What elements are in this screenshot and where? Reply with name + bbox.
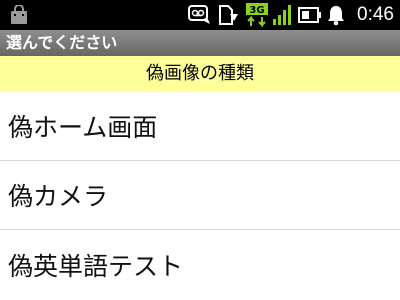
- list-item-fake-camera[interactable]: 偽カメラ: [0, 161, 400, 230]
- page-title: 選んでください: [6, 33, 118, 52]
- download-icon: [218, 4, 240, 30]
- status-bar: 3G 0:46: [0, 0, 400, 30]
- list-item-fake-vocab-test[interactable]: 偽英単語テスト: [0, 230, 400, 299]
- category-header: 偽画像の種類: [0, 56, 400, 92]
- option-list: 偽ホーム画面 偽カメラ 偽英単語テスト: [0, 92, 400, 299]
- screen: 3G 0:46 選んでください 偽画像の種類 偽ホーム画面 偽カメラ 偽英単語テ…: [0, 0, 400, 300]
- signal-icon: [272, 4, 294, 30]
- list-item-label: 偽ホーム画面: [8, 113, 158, 142]
- shopping-bag-icon: [10, 4, 28, 29]
- list-item-label: 偽カメラ: [8, 182, 109, 211]
- notification-bell-icon: [326, 4, 346, 30]
- title-bar: 選んでください: [0, 30, 400, 56]
- voicemail-icon: [188, 5, 212, 29]
- network-3g-label: 3G: [249, 5, 264, 16]
- network-3g-icon: 3G: [246, 2, 268, 32]
- list-item-label: 偽英単語テスト: [8, 251, 184, 281]
- list-item-fake-home-screen[interactable]: 偽ホーム画面: [0, 92, 400, 161]
- status-time: 0:46: [357, 4, 394, 25]
- battery-icon: [298, 7, 322, 27]
